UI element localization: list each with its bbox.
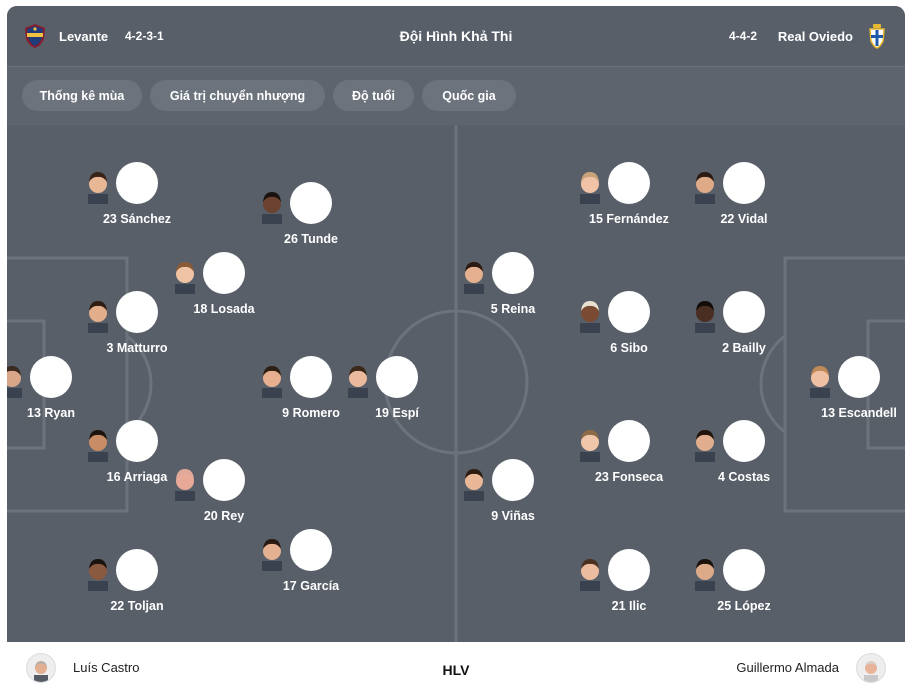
lineup-card: Levante 4-2-3-1 Đội Hình Khả Thi 4-4-2 R…: [7, 6, 905, 693]
player-home-10[interactable]: 22 Toljan: [77, 549, 197, 613]
player-name: 25 López: [717, 599, 771, 613]
filter-transfer-value[interactable]: Giá trị chuyển nhượng: [150, 80, 325, 111]
player-home-8[interactable]: 20 Rey: [164, 459, 284, 523]
away-team-name: Real Oviedo: [777, 28, 853, 44]
away-coach-name: Guillermo Almada: [736, 660, 839, 675]
player-away-6[interactable]: 23 Fonseca: [569, 420, 689, 484]
player-name: 21 Ilic: [611, 599, 647, 613]
player-name: 5 Reina: [490, 302, 536, 316]
player-away-9[interactable]: 21 Ilic: [569, 549, 689, 613]
player-away-5[interactable]: 13 Escandell: [799, 356, 905, 420]
away-team[interactable]: Real Oviedo: [778, 6, 889, 66]
player-avatar: [580, 162, 650, 204]
player-name: 22 Toljan: [110, 599, 164, 613]
filter-age[interactable]: Độ tuổi: [333, 80, 414, 111]
player-avatar: [7, 356, 72, 398]
player-away-1[interactable]: 22 Vidal: [684, 162, 804, 226]
player-avatar: [464, 459, 534, 501]
player-avatar: [695, 162, 765, 204]
player-avatar: [262, 182, 332, 224]
player-name: 13 Escandell: [821, 406, 897, 420]
player-name: 15 Fernández: [589, 212, 669, 226]
player-avatar: [262, 529, 332, 571]
player-name: 20 Rey: [203, 509, 245, 523]
player-avatar: [810, 356, 880, 398]
player-avatar: [262, 356, 332, 398]
player-name: 23 Fonseca: [594, 470, 664, 484]
player-home-1[interactable]: 26 Tunde: [251, 182, 371, 246]
away-formation: 4-4-2: [729, 29, 758, 43]
player-away-0[interactable]: 15 Fernández: [569, 162, 689, 226]
page-title: Đội Hình Khả Thi: [399, 28, 513, 44]
player-avatar: [464, 252, 534, 294]
player-avatar: [695, 549, 765, 591]
player-avatar: [348, 356, 418, 398]
player-name: 22 Vidal: [720, 212, 768, 226]
player-name: 13 Ryan: [27, 406, 75, 420]
away-coach[interactable]: Guillermo Almada: [736, 642, 886, 693]
player-avatar: [175, 459, 245, 501]
player-avatar: [580, 291, 650, 333]
player-away-10[interactable]: 25 López: [684, 549, 804, 613]
player-name: 9 Viñas: [491, 509, 535, 523]
coaches-bar: Luís Castro HLV Guillermo Almada: [7, 642, 905, 693]
player-away-7[interactable]: 4 Costas: [684, 420, 804, 484]
player-avatar: [88, 291, 158, 333]
player-name: 2 Bailly: [722, 341, 766, 355]
filter-nationality[interactable]: Quốc gia: [422, 80, 516, 111]
player-avatar: [695, 420, 765, 462]
player-name: 19 Espí: [375, 406, 419, 420]
player-home-6[interactable]: 19 Espí: [337, 356, 457, 420]
player-name: 26 Tunde: [284, 232, 338, 246]
pitch: 23 Sánchez 26 Tunde 18 Losada 3 Matturro…: [7, 125, 905, 642]
player-away-8[interactable]: 9 Viñas: [453, 459, 573, 523]
player-avatar: [88, 420, 158, 462]
player-away-2[interactable]: 5 Reina: [453, 252, 573, 316]
player-name: 3 Matturro: [106, 341, 168, 355]
filter-season-stats[interactable]: Thống kê mùa: [22, 80, 142, 111]
player-away-4[interactable]: 2 Bailly: [684, 291, 804, 355]
real-oviedo-crest-icon: [865, 23, 889, 49]
player-name: 17 García: [282, 579, 340, 593]
player-home-0[interactable]: 23 Sánchez: [77, 162, 197, 226]
player-avatar: [88, 162, 158, 204]
player-avatar: [580, 420, 650, 462]
player-home-3[interactable]: 3 Matturro: [77, 291, 197, 355]
player-avatar: [88, 549, 158, 591]
player-name: 4 Costas: [717, 470, 771, 484]
coach-avatar: [856, 652, 886, 683]
player-home-9[interactable]: 17 García: [251, 529, 371, 593]
player-name: 23 Sánchez: [102, 212, 172, 226]
player-avatar: [580, 549, 650, 591]
player-avatar: [695, 291, 765, 333]
player-name: 6 Sibo: [610, 341, 648, 355]
player-away-3[interactable]: 6 Sibo: [569, 291, 689, 355]
player-home-4[interactable]: 13 Ryan: [7, 356, 111, 420]
lineup-header: Levante 4-2-3-1 Đội Hình Khả Thi 4-4-2 R…: [7, 6, 905, 67]
player-avatar: [175, 252, 245, 294]
filter-bar: Thống kê mùa Giá trị chuyển nhượng Độ tu…: [7, 67, 905, 125]
